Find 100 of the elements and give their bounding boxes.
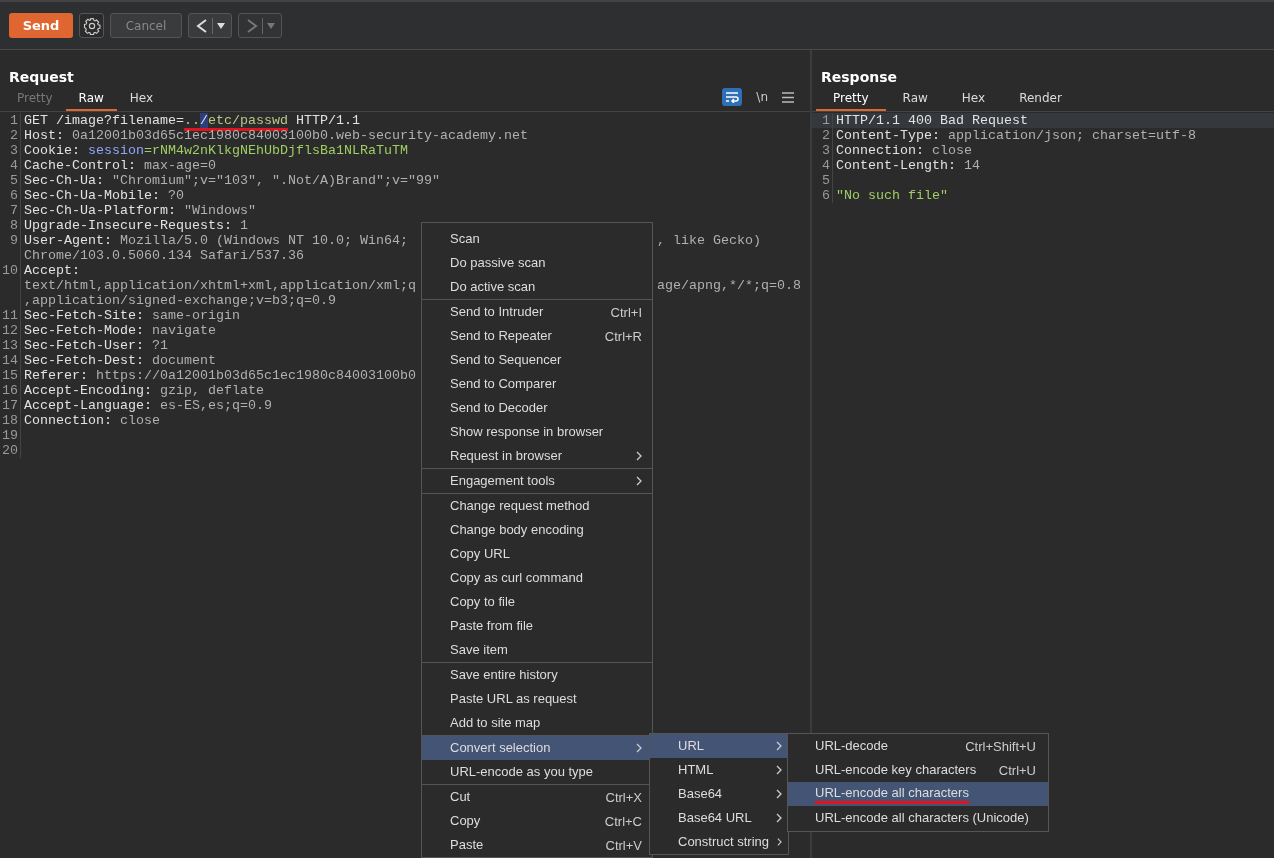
code-line: Content-Length: 14 xyxy=(836,158,980,173)
menu-icon[interactable] xyxy=(782,91,794,103)
menu-item[interactable]: URL xyxy=(650,734,788,758)
menu-item[interactable]: Copy to file xyxy=(422,590,652,614)
menu-item[interactable]: Construct string xyxy=(650,830,788,854)
line-number: 11 xyxy=(0,308,21,323)
line-number: 8 xyxy=(0,218,21,233)
line-number: 16 xyxy=(0,383,21,398)
menu-item[interactable]: Base64 URL xyxy=(650,806,788,830)
menu-item[interactable]: Convert selection xyxy=(422,736,652,760)
code-line: GET /image?filename=../etc/passwd HTTP/1.1 xyxy=(24,113,360,131)
menu-item[interactable]: URL-encode as you type xyxy=(422,760,652,784)
menu-item[interactable]: Send to Comparer xyxy=(422,372,652,396)
line-number: 5 xyxy=(0,173,21,188)
caret-icon xyxy=(267,21,276,30)
line-number: 2 xyxy=(0,128,21,143)
line-number: 15 xyxy=(0,368,21,383)
line-number: 7 xyxy=(0,203,21,218)
menu-item[interactable]: Send to Sequencer xyxy=(422,348,652,372)
menu-item[interactable]: Send to Repeater Ctrl+R xyxy=(422,324,652,348)
menu-item[interactable]: Send to Intruder Ctrl+I xyxy=(422,300,652,324)
menu-item[interactable]: Show response in browser xyxy=(422,420,652,444)
chevron-right-icon xyxy=(776,765,782,775)
menu-item[interactable]: Copy Ctrl+C xyxy=(422,809,652,833)
code-line: text/html,application/xhtml+xml,application/xml;q xyxy=(24,278,416,293)
code-line: Accept-Encoding: gzip, deflate xyxy=(24,383,264,398)
menu-item[interactable]: Copy URL xyxy=(422,542,652,566)
code-line: Chrome/103.0.5060.134 Safari/537.36 xyxy=(24,248,304,263)
tab[interactable]: Hex xyxy=(944,87,1003,111)
line-number: 1 xyxy=(0,113,21,128)
menu-item[interactable]: HTML xyxy=(650,758,788,782)
code-line: HTTP/1.1 400 Bad Request xyxy=(836,113,1028,128)
line-number: 14 xyxy=(0,353,21,368)
line-number: 1 xyxy=(812,113,833,128)
tab[interactable]: Raw xyxy=(885,87,945,111)
menu-item[interactable]: Scan xyxy=(422,227,652,251)
code-line: Accept-Language: es-ES,es;q=0.9 xyxy=(24,398,272,413)
menu-item[interactable]: Add to site map xyxy=(422,711,652,735)
line-number: 6 xyxy=(0,188,21,203)
code-line: Sec-Ch-Ua-Platform: "Windows" xyxy=(24,203,256,218)
chevron-right-icon xyxy=(776,789,782,799)
line-number: 20 xyxy=(0,443,21,458)
menu-item[interactable]: Base64 xyxy=(650,782,788,806)
menu-item[interactable]: URL-decode Ctrl+Shift+U xyxy=(788,734,1048,758)
tab[interactable]: Hex xyxy=(116,87,167,111)
menu-item[interactable]: URL-encode all characters xyxy=(788,782,1048,806)
menu-item[interactable]: Paste Ctrl+V xyxy=(422,833,652,857)
code-line: Cache-Control: max-age=0 xyxy=(24,158,216,173)
menu-item[interactable]: Copy as curl command xyxy=(422,566,652,590)
chevron-right-icon xyxy=(636,743,642,753)
line-number: 3 xyxy=(0,143,21,158)
menu-item[interactable]: URL-encode key characters Ctrl+U xyxy=(788,758,1048,782)
menu-item[interactable]: Send to Decoder xyxy=(422,396,652,420)
settings-icon xyxy=(82,16,101,35)
chevron-left-icon xyxy=(194,17,209,34)
code-line: ,application/signed-exchange;v=b3;q=0.9 xyxy=(24,293,336,308)
tab[interactable]: Render xyxy=(1002,87,1079,111)
panel-title: Request xyxy=(8,68,75,87)
code-line: Host: 0a12001b03d65c1ec1980c84003100b0.web-security-academy.net xyxy=(24,128,528,143)
menu-item[interactable]: Save entire history xyxy=(422,663,652,687)
chevron-right-icon xyxy=(636,451,642,461)
menu-item[interactable]: Engagement tools xyxy=(422,469,652,493)
line-number: 17 xyxy=(0,398,21,413)
code-line: Sec-Ch-Ua-Mobile: ?0 xyxy=(24,188,184,203)
menu-item[interactable]: Do passive scan xyxy=(422,251,652,275)
chevron-right-icon xyxy=(777,837,782,847)
back-button[interactable] xyxy=(188,13,232,38)
menu-item[interactable]: Paste URL as request xyxy=(422,687,652,711)
menu-item[interactable]: Do active scan xyxy=(422,275,652,299)
wrap-toggle[interactable] xyxy=(722,88,743,106)
line-number: 19 xyxy=(0,428,21,443)
code-line: age/apng,*/*;q=0.8 xyxy=(657,278,801,293)
code-line: "No such file" xyxy=(836,188,948,203)
menu-item[interactable]: Request in browser xyxy=(422,444,652,468)
line-number: 18 xyxy=(0,413,21,428)
code-line: Connection: close xyxy=(836,143,972,158)
menu-item[interactable]: Change request method xyxy=(422,494,652,518)
line-number: 3 xyxy=(812,143,833,158)
menu-item[interactable]: Change body encoding xyxy=(422,518,652,542)
caret-icon xyxy=(217,21,226,30)
newline-toggle[interactable]: \n xyxy=(756,90,768,104)
menu-item[interactable]: Cut Ctrl+X xyxy=(422,785,652,809)
menu-item[interactable]: URL-encode all characters (Unicode) xyxy=(788,806,1048,830)
line-number: 5 xyxy=(812,173,833,188)
menu-item[interactable]: Paste from file xyxy=(422,614,652,638)
code-line: Cookie: session=rNM4w2nKlkgNEhUbDjflsBa1NLRaTuTM xyxy=(24,143,408,158)
line-number: 13 xyxy=(0,338,21,353)
menu-item[interactable]: Save item xyxy=(422,638,652,662)
code-line: Referer: https://0a12001b03d65c1ec1980c84003100b0 xyxy=(24,368,416,383)
code-line: User-Agent: Mozilla/5.0 (Windows NT 10.0; Win64; xyxy=(24,233,408,248)
line-number: 10 xyxy=(0,263,21,308)
code-line: Sec-Fetch-Dest: document xyxy=(24,353,216,368)
settings-button[interactable] xyxy=(79,13,104,38)
chevron-right-icon xyxy=(776,813,782,823)
code-line: , like Gecko) xyxy=(657,233,761,248)
line-number: 9 xyxy=(0,233,21,263)
code-line: Sec-Fetch-Mode: navigate xyxy=(24,323,216,338)
line-number: 4 xyxy=(0,158,21,173)
code-line: Sec-Ch-Ua: "Chromium";v="103", ".Not/A)Brand";v="99" xyxy=(24,173,440,188)
chevron-right-icon xyxy=(636,476,642,486)
